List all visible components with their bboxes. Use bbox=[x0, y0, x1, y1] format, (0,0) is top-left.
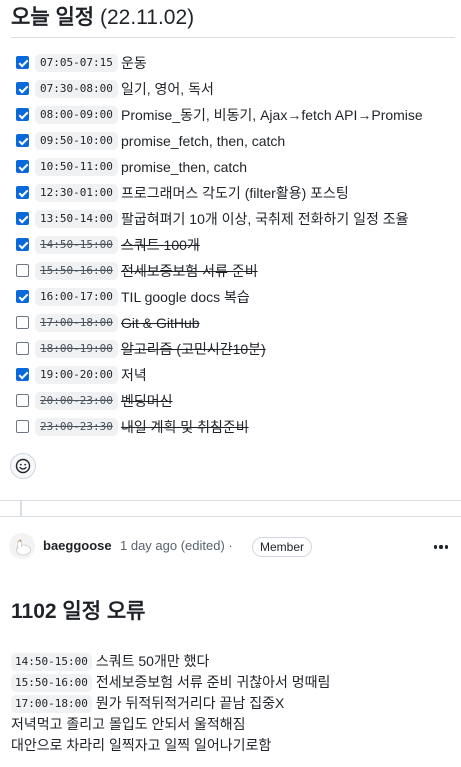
task-label: 프로그래머스 각도기 (filter활용) 포스팅 bbox=[121, 185, 349, 201]
note-line: 14:50-15:00 스쿼트 50개만 했다 bbox=[11, 650, 209, 672]
task-checkbox[interactable] bbox=[16, 160, 29, 173]
task-label: 일기, 영어, 독서 bbox=[121, 81, 214, 97]
note-text: 뭔가 뒤적뒤적거리다 끝남 집중X bbox=[95, 695, 285, 711]
goose-avatar-icon bbox=[9, 533, 35, 559]
note-text: 저녁먹고 졸리고 몰입도 안되서 울적해짐 bbox=[11, 716, 246, 732]
kebab-dot-icon bbox=[433, 545, 438, 549]
task-checkbox[interactable] bbox=[16, 316, 29, 329]
note-time: 15:50-16:00 bbox=[11, 674, 92, 692]
task-checkbox[interactable] bbox=[16, 82, 29, 95]
task-checkbox[interactable] bbox=[16, 134, 29, 147]
task-label: 스쿼트 100개 bbox=[121, 237, 200, 253]
task-label: promise_fetch, then, catch bbox=[121, 133, 286, 149]
task-label: 전세보증보험 서류 준비 bbox=[121, 263, 258, 279]
note-time: 17:00-18:00 bbox=[11, 695, 92, 713]
task-label: 운동 bbox=[121, 55, 147, 71]
comment-divider bbox=[0, 516, 461, 517]
task-checkbox[interactable] bbox=[16, 420, 29, 433]
task-label: 벤딩머신 bbox=[121, 393, 173, 409]
task-label: 알고리즘 (고민시간10분) bbox=[121, 341, 266, 357]
task-label: 내일 계획 및 취침준비 bbox=[121, 419, 249, 435]
task-checkbox[interactable] bbox=[16, 212, 29, 225]
more-options-button[interactable] bbox=[430, 537, 452, 557]
comment-author[interactable]: baeggoose bbox=[43, 538, 112, 553]
task-label: 팔굽혀펴기 10개 이상, 국취제 전화하기 일정 조율 bbox=[121, 211, 409, 227]
task-checkbox[interactable] bbox=[16, 186, 29, 199]
timeline-divider bbox=[0, 500, 461, 516]
task-checkbox[interactable] bbox=[16, 368, 29, 381]
kebab-dot-icon bbox=[444, 545, 449, 549]
add-reaction-button[interactable] bbox=[10, 453, 36, 479]
smiley-icon bbox=[15, 458, 31, 474]
page-title-date: (22.11.02) bbox=[99, 6, 195, 29]
task-time: 08:00-09:00 bbox=[35, 106, 118, 124]
task-checkbox[interactable] bbox=[16, 342, 29, 355]
task-time: 20:00-23:00 bbox=[35, 392, 118, 410]
note-time: 14:50-15:00 bbox=[11, 653, 92, 671]
task-time: 09:50-10:00 bbox=[35, 132, 118, 150]
task-time: 07:30-08:00 bbox=[35, 80, 118, 98]
task-checkbox[interactable] bbox=[16, 264, 29, 277]
task-time: 17:00-18:00 bbox=[35, 314, 118, 332]
title-divider bbox=[11, 37, 455, 38]
task-time: 07:05-07:15 bbox=[35, 54, 118, 72]
task-time: 18:00-19:00 bbox=[35, 340, 118, 358]
task-time: 16:00-17:00 bbox=[35, 288, 118, 306]
note-line: 17:00-18:00 뭔가 뒤적뒤적거리다 끝남 집중X bbox=[11, 692, 284, 714]
task-checkbox[interactable] bbox=[16, 290, 29, 303]
task-time: 23:00-23:30 bbox=[35, 418, 118, 436]
comment-title: 1102 일정 오류 bbox=[11, 600, 146, 623]
task-time: 12:30-01:00 bbox=[35, 184, 118, 202]
task-time: 19:00-20:00 bbox=[35, 366, 118, 384]
task-time: 13:50-14:00 bbox=[35, 210, 118, 228]
note-line: 대안으로 차라리 일찍자고 일찍 일어나기로함 bbox=[11, 734, 271, 756]
meta-separator: · bbox=[228, 538, 233, 553]
task-checkbox[interactable] bbox=[16, 238, 29, 251]
task-label: TIL google docs 복습 bbox=[121, 289, 250, 305]
task-label: Promise_동기, 비동기, Ajax→fetch API→Promise bbox=[121, 107, 423, 123]
task-label: 저녁 bbox=[121, 367, 147, 383]
role-badge: Member bbox=[252, 537, 313, 557]
task-time: 14:50-15:00 bbox=[35, 236, 118, 254]
task-checkbox[interactable] bbox=[16, 56, 29, 69]
avatar[interactable] bbox=[9, 533, 35, 559]
task-label: promise_then, catch bbox=[121, 159, 248, 175]
page-title: 오늘 일정 (22.11.02) bbox=[11, 4, 194, 32]
note-text: 대안으로 차라리 일찍자고 일찍 일어나기로함 bbox=[11, 737, 272, 753]
task-label: Git & GitHub bbox=[121, 315, 200, 331]
task-time: 15:50-16:00 bbox=[35, 262, 118, 280]
note-line: 15:50-16:00 전세보증보험 서류 준비 귀찮아서 멍때림 bbox=[11, 671, 330, 693]
note-line: 저녁먹고 졸리고 몰입도 안되서 울적해짐 bbox=[11, 713, 246, 735]
page-title-text: 오늘 일정 bbox=[11, 6, 95, 29]
task-time: 10:50-11:00 bbox=[35, 158, 118, 176]
kebab-dot-icon bbox=[439, 545, 443, 549]
comment-meta: 1 day ago (edited) · bbox=[120, 538, 233, 553]
note-text: 전세보증보험 서류 준비 귀찮아서 멍때림 bbox=[95, 674, 331, 690]
note-text: 스쿼트 50개만 했다 bbox=[95, 653, 210, 669]
task-checkbox[interactable] bbox=[16, 394, 29, 407]
task-checkbox[interactable] bbox=[16, 108, 29, 121]
comment-timestamp[interactable]: 1 day ago (edited) bbox=[120, 538, 225, 553]
